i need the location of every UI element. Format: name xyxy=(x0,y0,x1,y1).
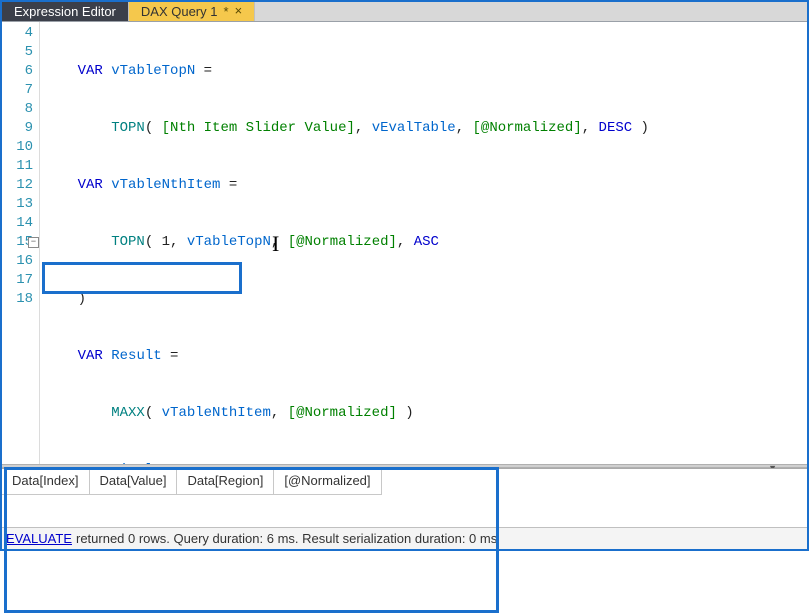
line-number: 13 xyxy=(2,195,33,214)
line-number: 12 xyxy=(2,176,33,195)
line-number: 16 xyxy=(2,252,33,271)
column-header[interactable]: [@Normalized] xyxy=(274,469,381,495)
tab-expression-editor[interactable]: Expression Editor xyxy=(2,2,129,21)
line-number: 8 xyxy=(2,100,33,119)
line-number: 18 xyxy=(2,290,33,309)
editor-pane: 4 5 6 7 8 9 10 11 12 13 14 15 16 17 18 V… xyxy=(2,21,807,464)
line-number: 17 xyxy=(2,271,33,290)
close-icon[interactable]: × xyxy=(235,4,243,19)
line-number: 9 xyxy=(2,119,33,138)
tab-modified-indicator: * xyxy=(223,4,228,19)
line-number: 4 xyxy=(2,24,33,43)
column-headers: Data[Index] Data[Value] Data[Region] [@N… xyxy=(2,469,807,495)
status-keyword: EVALUATE xyxy=(6,531,72,546)
text-cursor-icon: I xyxy=(272,234,279,253)
tab-label: Expression Editor xyxy=(14,4,116,19)
tab-bar: Expression Editor DAX Query 1 * × xyxy=(2,2,807,21)
line-number: 11 xyxy=(2,157,33,176)
line-number: 6 xyxy=(2,62,33,81)
column-header[interactable]: Data[Region] xyxy=(177,469,274,495)
status-bar: EVALUATE returned 0 rows. Query duration… xyxy=(2,527,807,549)
line-number: 7 xyxy=(2,81,33,100)
code-editor[interactable]: VAR vTableTopN = TOPN( [Nth Item Slider … xyxy=(40,22,807,464)
line-number: 14 xyxy=(2,214,33,233)
line-number: 5 xyxy=(2,43,33,62)
tab-dax-query[interactable]: DAX Query 1 * × xyxy=(129,2,255,21)
line-number: 10 xyxy=(2,138,33,157)
results-pane: Data[Index] Data[Value] Data[Region] [@N… xyxy=(2,468,807,549)
tab-label: DAX Query 1 xyxy=(141,4,218,19)
results-grid[interactable]: Data[Index] Data[Value] Data[Region] [@N… xyxy=(2,469,807,527)
column-header[interactable]: Data[Value] xyxy=(90,469,178,495)
fold-icon[interactable]: − xyxy=(28,237,39,248)
column-header[interactable]: Data[Index] xyxy=(2,469,90,495)
status-text: returned 0 rows. Query duration: 6 ms. R… xyxy=(76,531,497,546)
